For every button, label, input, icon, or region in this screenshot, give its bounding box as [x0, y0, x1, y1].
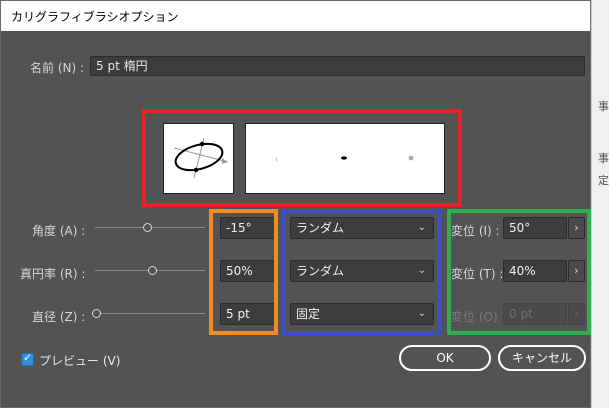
background-app-edge: 事 事 定 — [590, 0, 609, 408]
calligraphic-brush-options-dialog: カリグラフィブラシオプション 名前 (N) : 5 pt 楕円 角度 (A):… — [0, 0, 591, 408]
dialog-title: カリグラフィブラシオプション — [11, 10, 179, 24]
preview-label[interactable]: プレビュー (V) — [39, 352, 120, 369]
diameter-label: 直径 (Z) : — [32, 310, 86, 324]
variation-highlight-box — [447, 209, 591, 335]
title-bar[interactable]: カリグラフィブラシオプション — [1, 1, 590, 32]
angle-slider-knob[interactable] — [143, 223, 152, 232]
mode-highlight-box — [282, 209, 441, 335]
roundness-slider-knob[interactable] — [148, 266, 157, 275]
name-label: 名前 (N) : — [30, 61, 85, 75]
angle-label: 角度 (A) : — [32, 224, 86, 238]
checkmark-icon: ✓ — [23, 351, 33, 364]
value-highlight-box — [209, 209, 278, 335]
background-glyph: 定 — [598, 174, 609, 187]
background-glyph: 事 — [598, 152, 609, 165]
name-input[interactable]: 5 pt 楕円 — [90, 56, 585, 76]
dialog-content: 名前 (N) : 5 pt 楕円 角度 (A) : -15° ランダム ⌄ 変位… — [1, 31, 591, 407]
preview-highlight-box — [142, 109, 462, 207]
background-glyph: 事 — [598, 100, 609, 113]
preview-checkbox[interactable]: ✓ — [21, 351, 34, 366]
diameter-slider-track[interactable] — [95, 313, 205, 314]
diameter-slider-knob[interactable] — [92, 309, 101, 318]
roundness-label: 真円率 (R) : — [20, 267, 86, 281]
cancel-button[interactable]: キャンセル — [498, 345, 586, 371]
ok-button[interactable]: OK — [399, 345, 491, 371]
